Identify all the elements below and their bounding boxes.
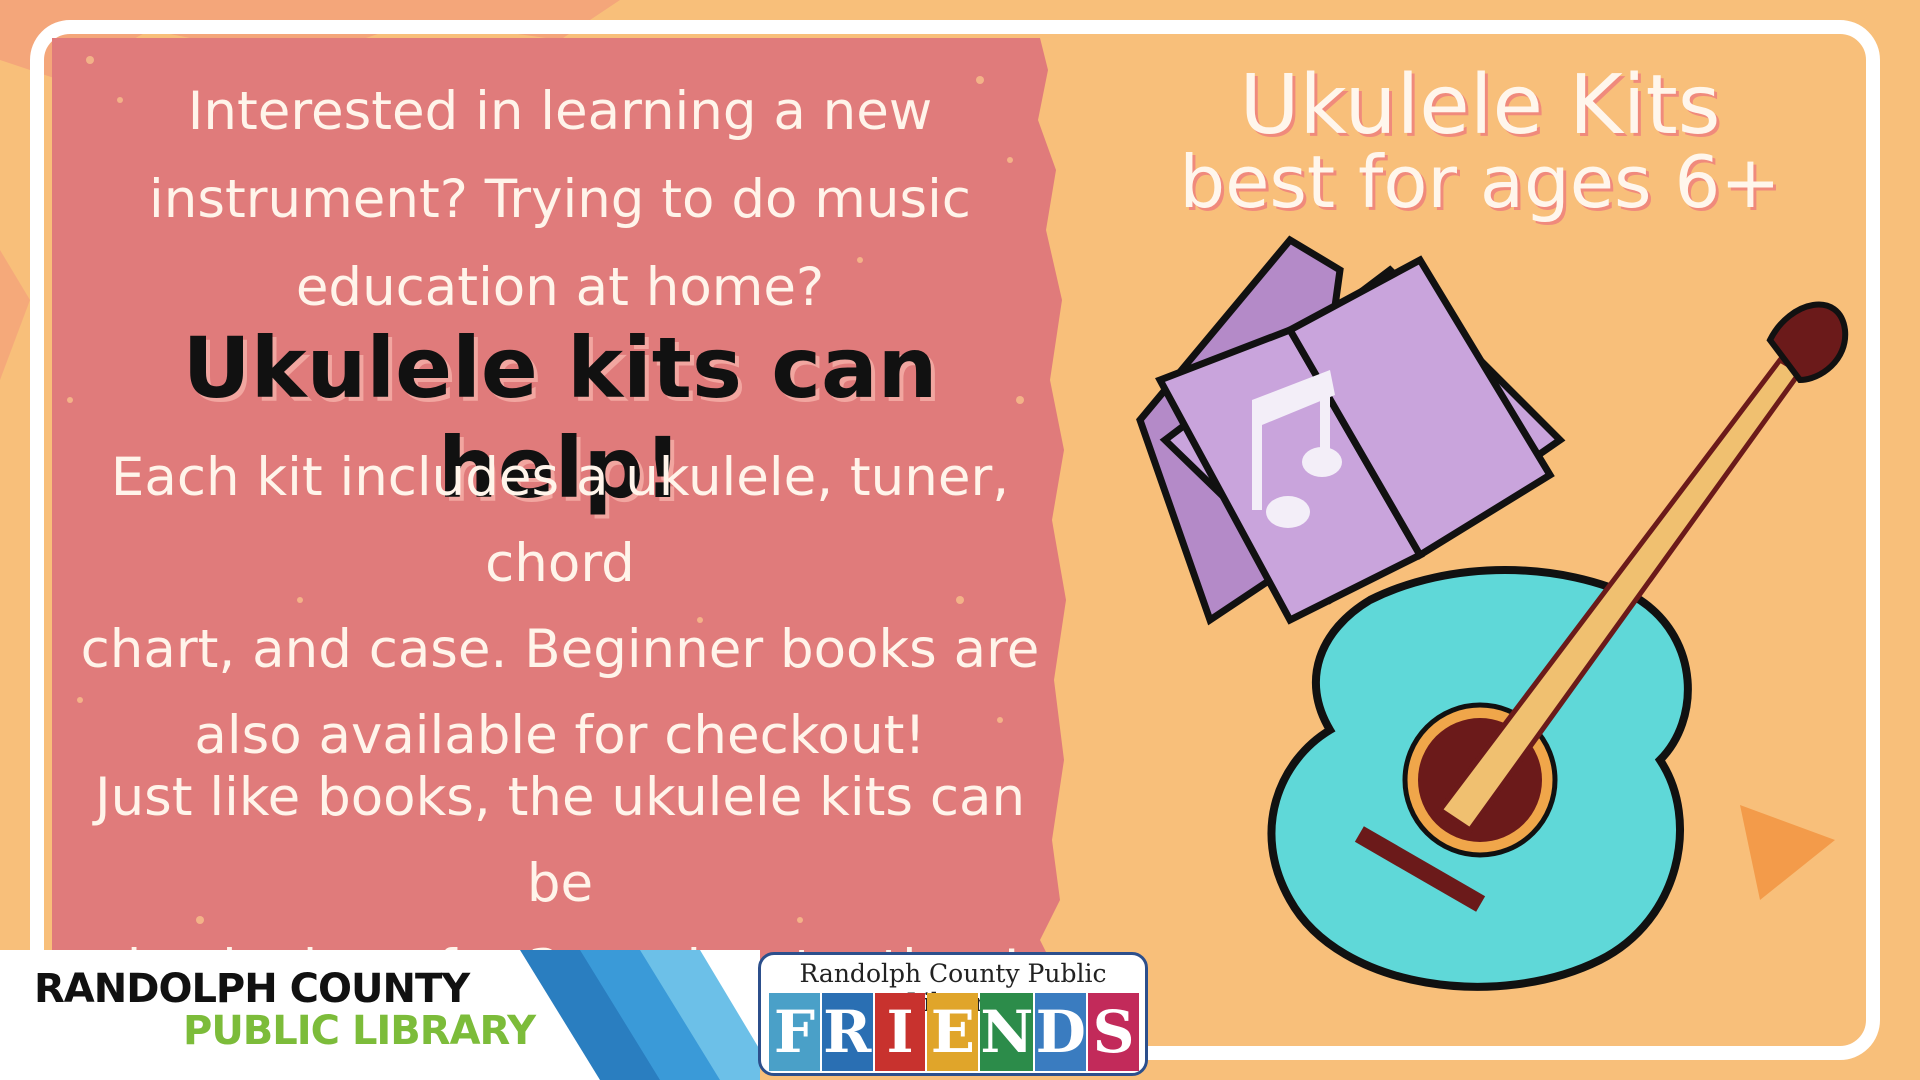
- friends-letters: F R I E N D S: [769, 993, 1139, 1071]
- friends-letter-f: F: [769, 993, 820, 1071]
- friends-letter-r: R: [821, 993, 873, 1071]
- friends-letter-s: S: [1088, 993, 1139, 1071]
- music-book-icon: [1136, 235, 1566, 626]
- friends-letter-n: N: [980, 993, 1034, 1071]
- friends-letter-i: I: [874, 993, 926, 1071]
- friends-letter-e: E: [927, 993, 979, 1071]
- library-name-line-2: PUBLIC LIBRARY: [183, 1008, 536, 1054]
- friends-logo: Randolph County Public Library F R I E N…: [758, 952, 1148, 1076]
- friends-letter-d: D: [1035, 993, 1087, 1071]
- illustrations: [1136, 235, 1849, 991]
- play-arrow-icon: [1740, 805, 1835, 900]
- library-name-line-1: RANDOLPH COUNTY: [34, 966, 470, 1012]
